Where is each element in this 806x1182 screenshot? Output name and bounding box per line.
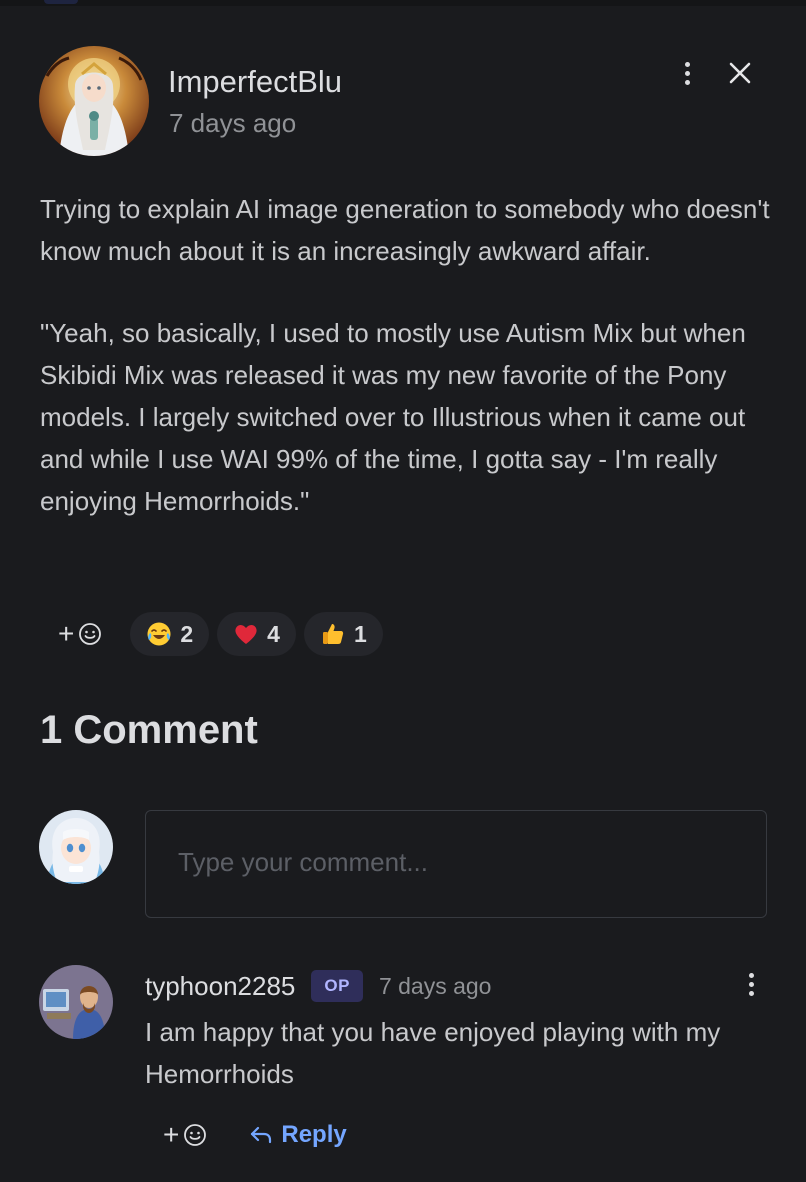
reply-label: Reply: [281, 1121, 347, 1148]
smiley-face-icon: [184, 1124, 207, 1146]
plus-icon: +: [163, 1119, 180, 1150]
comment-actions: + Reply: [163, 1118, 347, 1152]
post-timestamp: 7 days ago: [169, 108, 297, 138]
current-user-avatar: [39, 810, 113, 884]
post-body: Trying to explain AI image generation to…: [40, 188, 770, 522]
reaction-heart-button[interactable]: 4: [217, 612, 296, 656]
close-icon[interactable]: [726, 59, 754, 87]
comment-author-name[interactable]: typhoon2285: [145, 971, 295, 1002]
comment-text: I am happy that you have enjoyed playing…: [145, 1017, 721, 1089]
add-reaction-button[interactable]: +: [40, 612, 122, 656]
post-author-avatar[interactable]: [39, 46, 149, 156]
top-edge-bar: [0, 0, 806, 6]
comment-timestamp: 7 days ago: [378, 972, 492, 999]
comment-add-reaction-button[interactable]: +: [163, 1118, 207, 1152]
red-heart-emoji-icon: [235, 625, 257, 644]
post-paragraph: Trying to explain AI image generation to…: [40, 194, 770, 266]
reply-arrow-icon: [251, 1126, 272, 1144]
reaction-count: 2: [180, 620, 194, 647]
thumbs-up-emoji-icon: [322, 624, 344, 644]
reaction-count: 4: [267, 620, 280, 647]
post-author-name[interactable]: ImperfectBlu: [168, 64, 342, 100]
smiley-face-icon: [79, 623, 102, 645]
reaction-count: 1: [353, 620, 367, 647]
post-paragraph: "Yeah, so basically, I used to mostly us…: [40, 318, 746, 516]
comment-author-avatar[interactable]: [39, 965, 113, 1039]
comments-heading: 1 Comment: [40, 708, 258, 752]
comment-more-options-icon[interactable]: [746, 973, 756, 996]
post-more-options-icon[interactable]: [682, 62, 692, 85]
laughing-tears-emoji-icon: [147, 622, 171, 646]
op-badge: OP: [311, 970, 363, 1002]
reply-button[interactable]: Reply: [249, 1121, 347, 1149]
post-reactions: + 2 4 1: [40, 612, 383, 656]
comment-input[interactable]: Type your comment...: [145, 810, 767, 918]
reaction-laugh-button[interactable]: 2: [130, 612, 210, 656]
reaction-thumbs-up-button[interactable]: 1: [303, 612, 383, 656]
top-edge-indicator: [44, 0, 78, 4]
comment-header: typhoon2285 OP 7 days ago: [145, 968, 491, 1004]
plus-icon: +: [58, 618, 75, 649]
